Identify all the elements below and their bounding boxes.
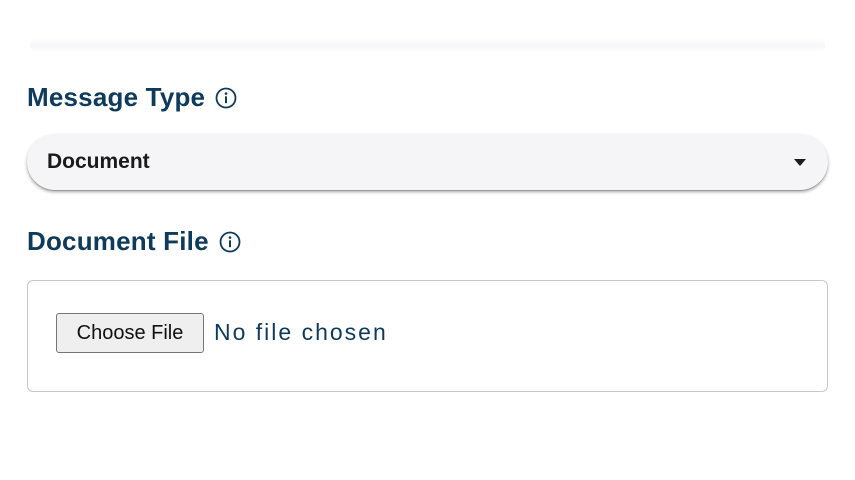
- message-type-selected-value: Document: [47, 150, 150, 173]
- chevron-down-icon: [794, 158, 806, 166]
- message-type-select[interactable]: Document: [27, 134, 828, 190]
- message-type-label: Message Type: [27, 82, 206, 112]
- document-file-label: Document File: [27, 226, 209, 256]
- form-page: Message Type Document Document File Choo…: [0, 0, 855, 480]
- info-icon[interactable]: [215, 87, 237, 109]
- info-icon[interactable]: [219, 231, 241, 253]
- scroll-fade-divider: [30, 38, 825, 52]
- choose-file-button[interactable]: Choose File: [56, 313, 204, 353]
- message-type-label-row: Message Type: [27, 82, 237, 113]
- document-file-label-row: Document File: [27, 226, 241, 257]
- document-file-input: Choose File No file chosen: [27, 280, 828, 392]
- file-status-text: No file chosen: [214, 319, 388, 345]
